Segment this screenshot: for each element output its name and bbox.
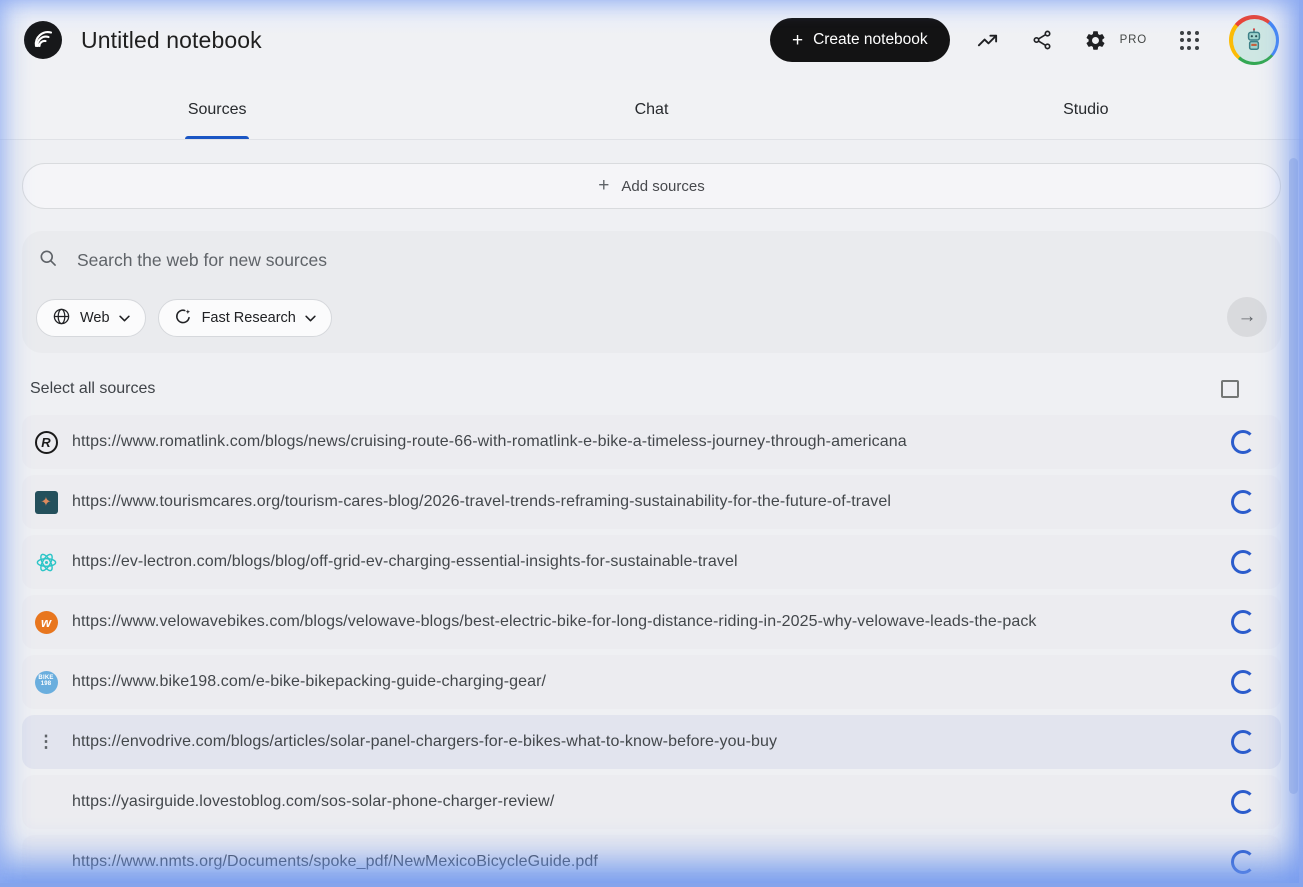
loading-spinner-icon: [1231, 550, 1255, 574]
source-favicon-slot: ✦: [33, 489, 59, 515]
source-row[interactable]: https://ev-lectron.com/blogs/blog/off-gr…: [22, 535, 1281, 589]
loading-spinner-icon: [1231, 790, 1255, 814]
romatlink-favicon: R: [34, 430, 58, 454]
source-favicon-slot: [33, 549, 59, 575]
source-row[interactable]: ✦ https://www.tourismcares.org/tourism-c…: [22, 475, 1281, 529]
source-type-dropdown[interactable]: Web: [36, 299, 146, 337]
share-icon[interactable]: [1030, 28, 1054, 52]
account-avatar[interactable]: [1229, 15, 1279, 65]
source-row[interactable]: https://www.nmts.org/Documents/spoke_pdf…: [22, 835, 1281, 887]
search-filter-chips: Web Fast Research: [36, 299, 332, 337]
arrow-right-icon: →: [1237, 306, 1257, 327]
tourismcares-favicon: ✦: [34, 490, 58, 514]
source-row[interactable]: ⋮ https://envodrive.com/blogs/articles/s…: [22, 715, 1281, 769]
source-row[interactable]: https://yasirguide.lovestoblog.com/sos-s…: [22, 775, 1281, 829]
notebooklm-logo-icon[interactable]: [24, 21, 62, 59]
tab-studio-label: Studio: [1063, 100, 1109, 118]
research-mode-label: Fast Research: [201, 310, 296, 326]
source-favicon-slot: R: [33, 429, 59, 455]
create-notebook-button[interactable]: + Create notebook: [769, 18, 950, 62]
app-header: Untitled notebook + Create notebook PRO: [0, 0, 1303, 80]
scrollbar-thumb[interactable]: [1289, 158, 1298, 794]
loading-spinner-icon: [1231, 850, 1255, 874]
source-url: https://www.romatlink.com/blogs/news/cru…: [72, 433, 907, 450]
loading-spinner-icon: [1231, 610, 1255, 634]
create-notebook-label: Create notebook: [813, 31, 928, 48]
select-all-checkbox[interactable]: [1221, 380, 1239, 398]
source-favicon-slot: ⋮: [33, 729, 59, 755]
search-icon: [38, 248, 58, 273]
pro-badge: PRO: [1119, 34, 1147, 46]
settings-gear-icon[interactable]: [1084, 28, 1108, 52]
tab-chat[interactable]: Chat: [434, 80, 868, 139]
source-row[interactable]: BIKE 198 https://www.bike198.com/e-bike-b…: [22, 655, 1281, 709]
source-url: https://yasirguide.lovestoblog.com/sos-s…: [72, 793, 555, 810]
globe-icon: [52, 307, 71, 330]
source-row[interactable]: R https://www.romatlink.com/blogs/news/c…: [22, 415, 1281, 469]
main-tabbar: Sources Chat Studio: [0, 80, 1303, 140]
source-favicon-slot: [33, 849, 59, 875]
bike198-favicon: BIKE 198: [34, 670, 58, 694]
loading-spinner-icon: [1231, 430, 1255, 454]
more-options-icon[interactable]: ⋮: [38, 732, 55, 752]
source-url: https://envodrive.com/blogs/articles/sol…: [72, 733, 778, 750]
web-search-card: Web Fast Research →: [22, 231, 1281, 353]
loading-spinner-icon: [1231, 670, 1255, 694]
source-url: https://www.velowavebikes.com/blogs/velo…: [72, 613, 1037, 630]
select-all-label: Select all sources: [30, 380, 156, 397]
tab-chat-label: Chat: [634, 100, 669, 118]
source-type-label: Web: [80, 310, 110, 326]
ev-lectron-favicon: [35, 551, 58, 574]
plus-icon: +: [791, 29, 804, 51]
source-url: https://www.nmts.org/Documents/spoke_pdf…: [72, 853, 598, 870]
notebook-title[interactable]: Untitled notebook: [81, 27, 262, 54]
source-favicon-slot: [33, 789, 59, 815]
velowave-favicon: w: [34, 610, 58, 634]
chevron-down-icon: [305, 310, 316, 326]
source-list: R https://www.romatlink.com/blogs/news/c…: [22, 415, 1281, 887]
apps-grid-icon[interactable]: [1177, 28, 1201, 52]
analytics-trending-icon[interactable]: [976, 28, 1000, 52]
source-url: https://ev-lectron.com/blogs/blog/off-gr…: [72, 553, 738, 570]
source-favicon-slot: BIKE 198: [33, 669, 59, 695]
source-url: https://www.bike198.com/e-bike-bikepacki…: [72, 673, 547, 690]
fast-research-sparkle-icon: [174, 307, 193, 330]
source-url: https://www.tourismcares.org/tourism-car…: [72, 493, 891, 510]
sources-panel: + Add sources Web: [0, 163, 1303, 887]
chevron-down-icon: [118, 310, 130, 326]
source-row[interactable]: w https://www.velowavebikes.com/blogs/ve…: [22, 595, 1281, 649]
search-submit-button[interactable]: →: [1227, 297, 1267, 337]
tab-sources-label: Sources: [187, 100, 247, 118]
add-sources-button[interactable]: + Add sources: [22, 163, 1281, 209]
loading-spinner-icon: [1231, 490, 1255, 514]
web-search-input[interactable]: [77, 250, 1265, 271]
source-favicon-slot: w: [33, 609, 59, 635]
loading-spinner-icon: [1231, 730, 1255, 754]
select-all-row: Select all sources: [22, 369, 1281, 409]
active-tab-underline: [185, 136, 250, 139]
research-mode-dropdown[interactable]: Fast Research: [157, 299, 332, 337]
tab-sources[interactable]: Sources: [0, 80, 434, 139]
plus-icon: +: [598, 175, 610, 196]
tab-studio[interactable]: Studio: [869, 80, 1303, 139]
add-sources-label: Add sources: [621, 177, 705, 195]
avatar-robot-image: [1232, 18, 1276, 62]
